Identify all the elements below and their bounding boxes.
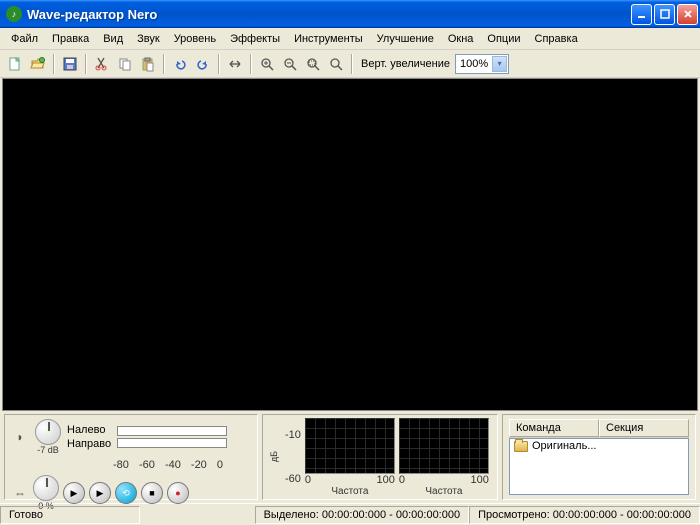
zoom-out-button[interactable]	[279, 53, 301, 75]
list-header: Команда Секция	[509, 419, 689, 438]
statusbar: Готово Выделено: 00:00:00:000 - 00:00:00…	[0, 503, 700, 525]
header-section[interactable]: Секция	[599, 419, 689, 437]
zoom-in-button[interactable]	[256, 53, 278, 75]
list-body[interactable]: Оригиналь...	[509, 438, 689, 495]
new-button[interactable]	[4, 53, 26, 75]
separator	[85, 54, 87, 74]
save-button[interactable]	[59, 53, 81, 75]
titlebar: ♪ Wave-редактор Nero	[0, 0, 700, 28]
menu-edit[interactable]: Правка	[45, 30, 96, 48]
balance-knob[interactable]	[33, 475, 59, 501]
play-sel-button[interactable]: ▶	[89, 482, 111, 504]
separator	[163, 54, 165, 74]
spectrum-right	[399, 418, 489, 474]
menu-options[interactable]: Опции	[480, 30, 527, 48]
separator	[250, 54, 252, 74]
vu-scale: -80 -60 -40 -20 0	[113, 459, 223, 471]
maximize-button[interactable]	[654, 4, 675, 25]
vu-right-label: Направо	[67, 438, 111, 450]
vu-left-label: Налево	[67, 424, 111, 436]
list-item[interactable]: Оригиналь...	[510, 439, 688, 453]
header-command[interactable]: Команда	[509, 419, 599, 437]
zoom-fit-button[interactable]	[224, 53, 246, 75]
menu-effects[interactable]: Эффекты	[223, 30, 287, 48]
status-viewed: Просмотрено: 00:00:00:000 - 00:00:00:000	[469, 506, 700, 524]
chevron-down-icon: ▾	[492, 56, 507, 72]
zoom-value: 100%	[460, 58, 488, 70]
db-unit-label: дБ	[269, 451, 279, 462]
menu-file[interactable]: Файл	[4, 30, 45, 48]
menubar: Файл Правка Вид Звук Уровень Эффекты Инс…	[0, 28, 700, 50]
separator	[53, 54, 55, 74]
levels-panel: ◗ -7 dB Налево Направо -80 -60 -40 -2	[4, 414, 258, 500]
spectrum-left	[305, 418, 395, 474]
volume-value: -7 dB	[37, 445, 59, 455]
spectrum-x-axis: 0 100	[305, 474, 395, 486]
cut-button[interactable]	[91, 53, 113, 75]
status-selection: Выделено: 00:00:00:000 - 00:00:00:000	[255, 506, 470, 524]
bottom-panels: ◗ -7 dB Налево Направо -80 -60 -40 -2	[0, 411, 700, 503]
freq-label-right: Частота	[425, 486, 462, 497]
menu-enhance[interactable]: Улучшение	[370, 30, 441, 48]
menu-sound[interactable]: Звук	[130, 30, 167, 48]
vu-meter-left	[117, 426, 227, 436]
menu-windows[interactable]: Окна	[441, 30, 481, 48]
zoom-sel-button[interactable]	[302, 53, 324, 75]
paste-button[interactable]	[137, 53, 159, 75]
list-item-label: Оригиналь...	[532, 440, 597, 452]
vu-meter-right	[117, 438, 227, 448]
window-buttons	[631, 4, 698, 25]
play-button[interactable]: ▶	[63, 482, 85, 504]
window-title: Wave-редактор Nero	[27, 7, 631, 22]
balance-icon: ⇔	[11, 486, 29, 500]
minimize-button[interactable]	[631, 4, 652, 25]
folder-icon	[514, 441, 528, 452]
open-button[interactable]	[27, 53, 49, 75]
copy-button[interactable]	[114, 53, 136, 75]
history-panel: Команда Секция Оригиналь...	[502, 414, 696, 500]
loop-button[interactable]: ⟲	[115, 482, 137, 504]
menu-level[interactable]: Уровень	[167, 30, 223, 48]
spectrum-y-axis: -10 -60	[285, 429, 301, 485]
freq-label-left: Частота	[331, 486, 368, 497]
menu-help[interactable]: Справка	[528, 30, 585, 48]
redo-button[interactable]	[192, 53, 214, 75]
zoom-label: Верт. увеличение	[361, 58, 450, 70]
separator	[218, 54, 220, 74]
status-ready: Готово	[0, 506, 140, 524]
menu-tools[interactable]: Инструменты	[287, 30, 370, 48]
app-icon: ♪	[6, 6, 22, 22]
menu-view[interactable]: Вид	[96, 30, 130, 48]
speaker-icon: ◗	[11, 430, 29, 444]
spectrum-panel: дБ -10 -60 0 100 Частота 0 100 Частота	[262, 414, 498, 500]
close-button[interactable]	[677, 4, 698, 25]
volume-knob[interactable]	[35, 419, 61, 445]
record-button[interactable]: ●	[167, 482, 189, 504]
undo-button[interactable]	[169, 53, 191, 75]
separator	[351, 54, 353, 74]
zoom-full-button[interactable]	[325, 53, 347, 75]
spectrum-x-axis: 0 100	[399, 474, 489, 486]
zoom-select[interactable]: 100% ▾	[455, 54, 509, 74]
main-area: ◗ -7 dB Налево Направо -80 -60 -40 -2	[0, 78, 700, 503]
stop-button[interactable]: ■	[141, 482, 163, 504]
toolbar: Верт. увеличение 100% ▾	[0, 50, 700, 78]
waveform-display[interactable]	[2, 78, 698, 411]
